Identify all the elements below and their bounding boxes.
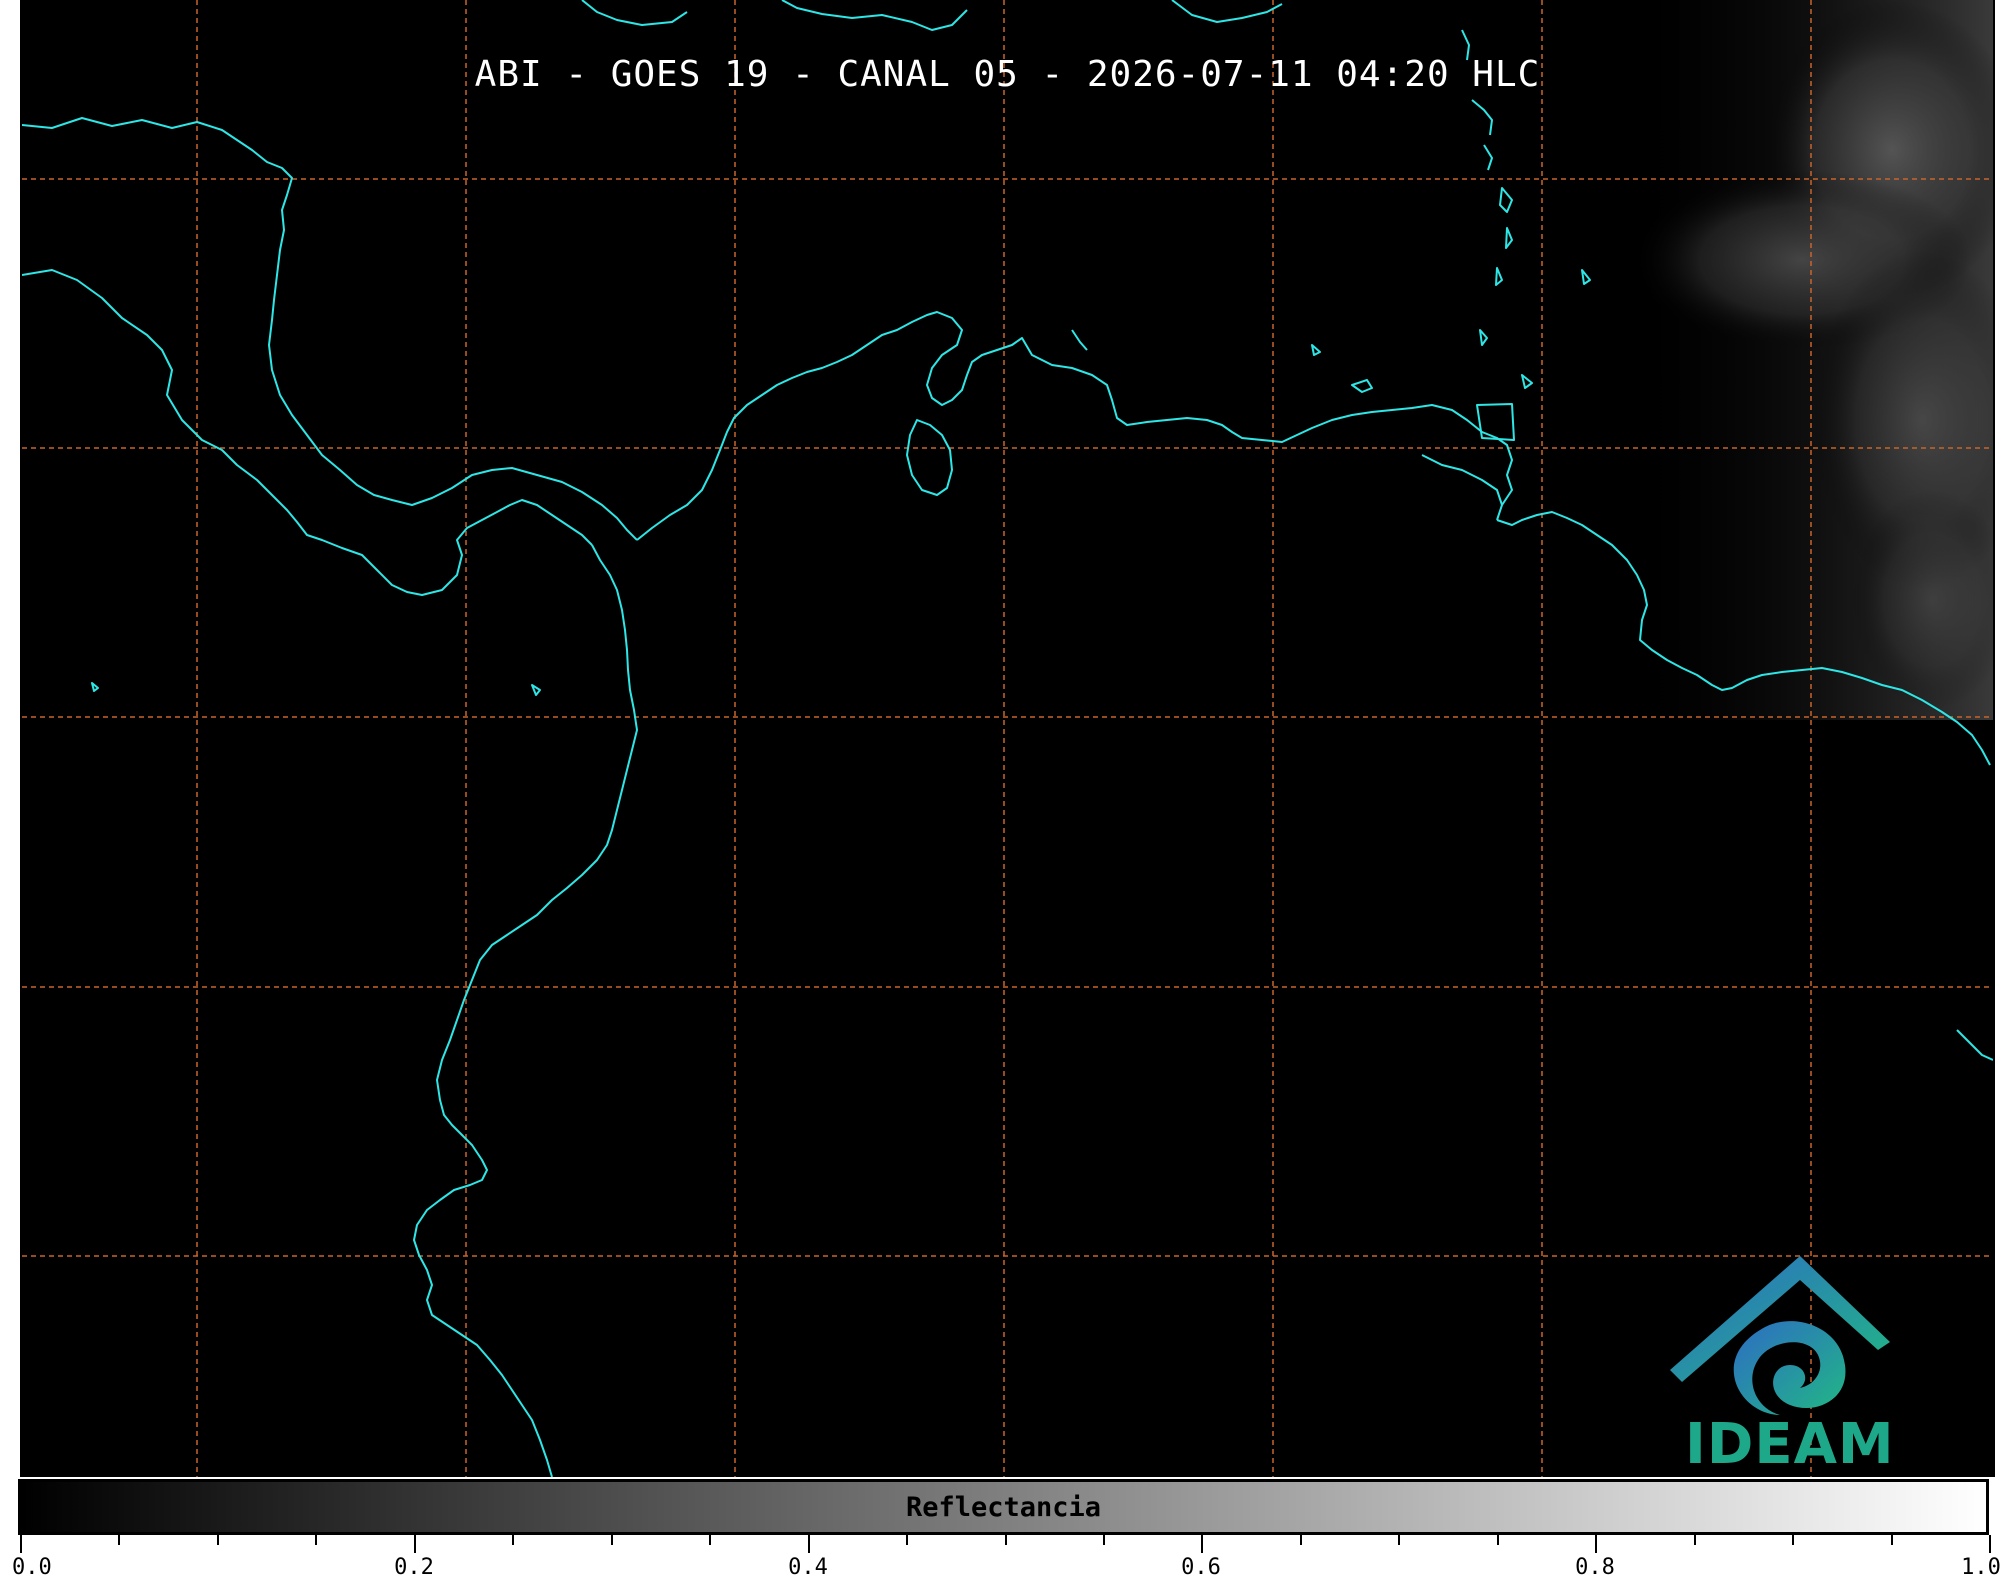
colorbar-tick bbox=[414, 1535, 416, 1553]
colorbar-tick bbox=[808, 1535, 810, 1553]
colorbar-label: Reflectancia bbox=[905, 1492, 1102, 1523]
colorbar-tick bbox=[315, 1535, 317, 1545]
colorbar-tick bbox=[1792, 1535, 1794, 1545]
colorbar-tick-label: 0.0 bbox=[12, 1555, 52, 1580]
colorbar-tick bbox=[118, 1535, 120, 1545]
colorbar-tick bbox=[1201, 1535, 1203, 1553]
colorbar-tick bbox=[1300, 1535, 1302, 1545]
colorbar-tick bbox=[1989, 1535, 1991, 1553]
colorbar-tick bbox=[1497, 1535, 1499, 1545]
colorbar-tick bbox=[512, 1535, 514, 1545]
colorbar-tick bbox=[1103, 1535, 1105, 1545]
map-title: ABI - GOES 19 - CANAL 05 - 2026-07-11 04… bbox=[474, 54, 1541, 95]
colorbar-tick bbox=[217, 1535, 219, 1545]
colorbar-tick-label: 0.2 bbox=[394, 1555, 434, 1580]
colorbar-tick bbox=[1595, 1535, 1597, 1553]
colorbar-tick bbox=[611, 1535, 613, 1545]
colorbar-tick-label: 0.4 bbox=[788, 1555, 828, 1580]
colorbar: Reflectancia bbox=[18, 1479, 1989, 1535]
ideam-logo-text: IDEAM bbox=[1685, 1412, 1895, 1477]
colorbar-ticks: 0.0 0.2 0.4 0.6 0.8 1.0 bbox=[12, 1535, 2001, 1580]
colorbar-tick-label: 1.0 bbox=[1961, 1555, 2001, 1580]
colorbar-tick-label: 0.8 bbox=[1575, 1555, 1615, 1580]
colorbar-tick-label: 0.6 bbox=[1181, 1555, 1221, 1580]
colorbar-tick bbox=[20, 1535, 22, 1553]
colorbar-tick bbox=[906, 1535, 908, 1545]
colorbar-tick bbox=[1005, 1535, 1007, 1545]
colorbar-tick bbox=[709, 1535, 711, 1545]
colorbar-tick bbox=[1891, 1535, 1893, 1545]
cloud-cover bbox=[1622, 0, 1993, 720]
colorbar-tick bbox=[1694, 1535, 1696, 1545]
colorbar-tick bbox=[1398, 1535, 1400, 1545]
